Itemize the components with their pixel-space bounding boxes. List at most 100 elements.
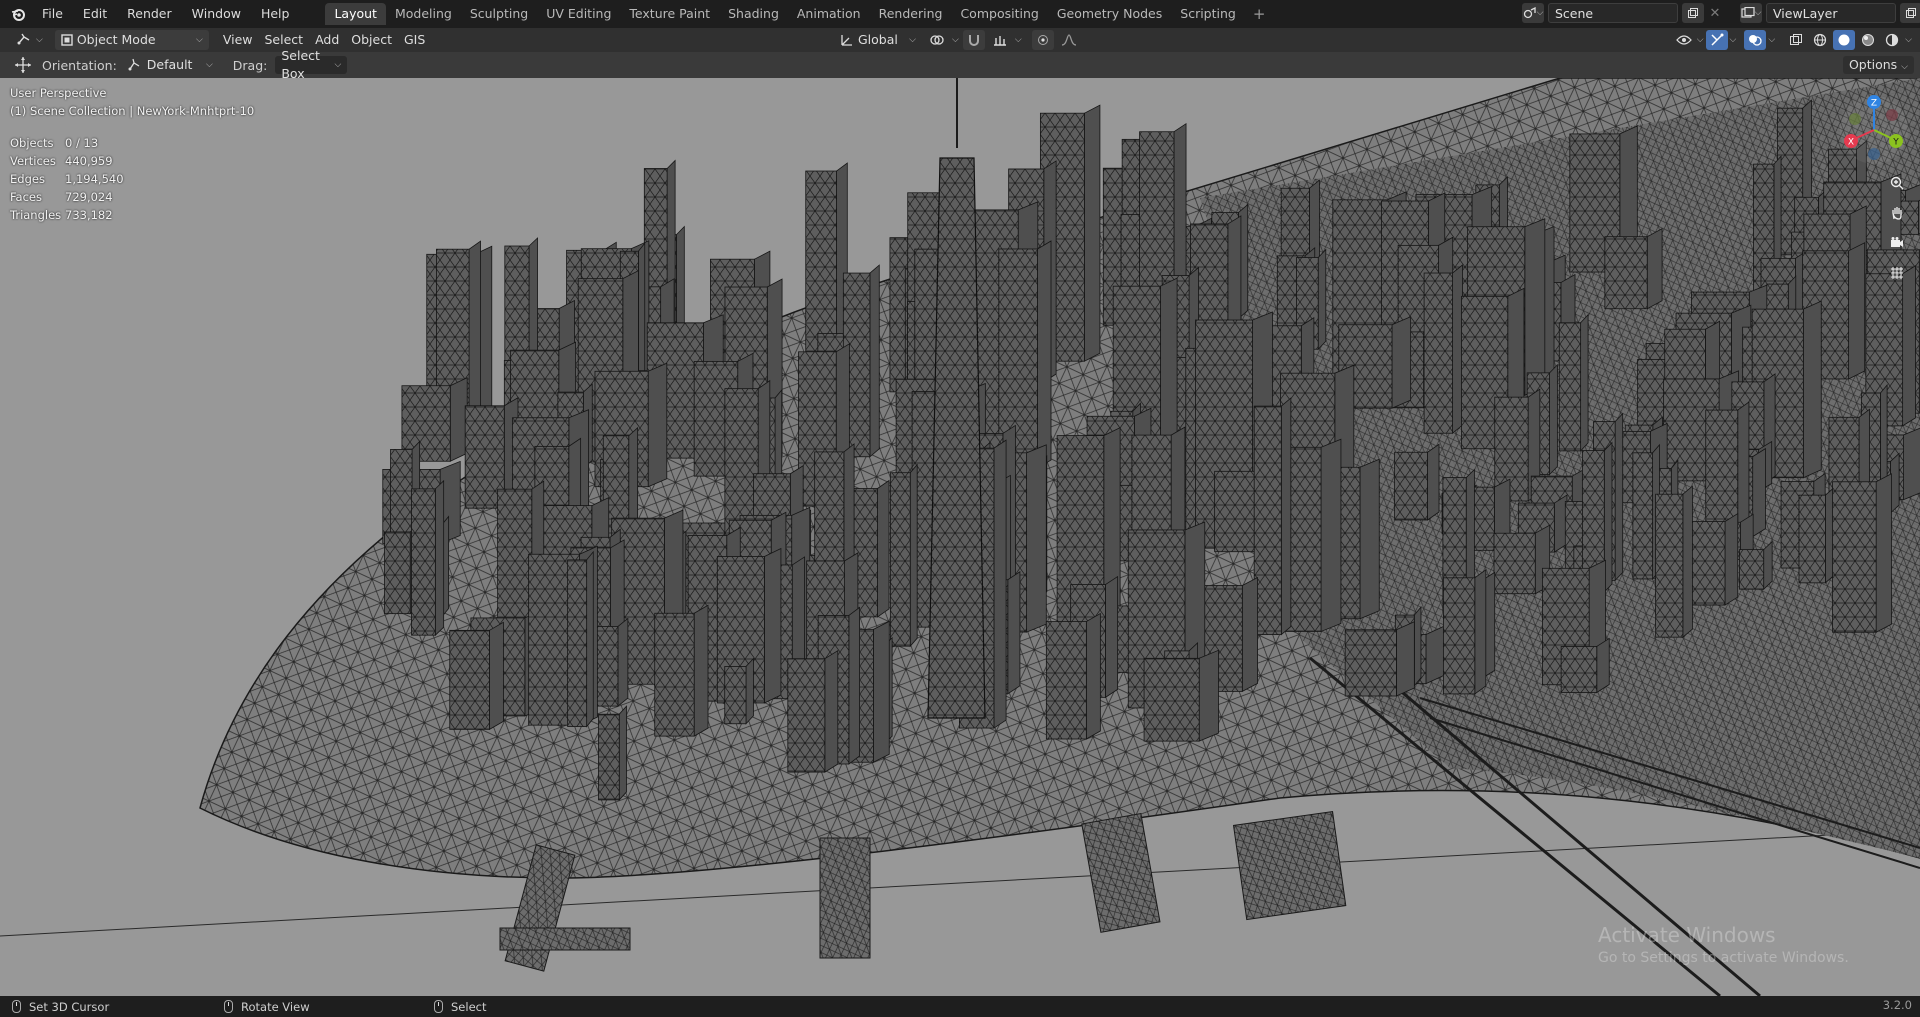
editor-type-selector[interactable]: ⌵ [10,30,49,50]
menu-file[interactable]: File [32,0,73,28]
scene-name-field[interactable]: Scene [1548,3,1678,23]
blender-version: 3.2.0 [1882,998,1912,1012]
building-side [1026,444,1047,633]
building-side [824,649,839,773]
transform-orientation-label: Global [858,32,898,47]
view-layer-name-field[interactable]: ViewLayer [1766,3,1896,23]
pivot-point-icon[interactable] [926,30,948,50]
wireframe-shading-icon[interactable] [1809,30,1831,50]
stat-edges: Edges 1,194,540 [10,170,124,188]
falloff-curve-icon[interactable] [1058,30,1080,50]
building-side [1037,240,1052,469]
3d-viewport[interactable]: User Perspective (1) Scene Collection | … [0,78,1920,996]
new-view-layer-icon[interactable] [1900,3,1920,23]
building-side [489,621,504,731]
scene-selector-group: ⌵ Scene ✕ ⌵ ViewLayer ✕ [1522,3,1920,23]
show-overlays-icon[interactable] [1744,30,1767,50]
building-face [1739,549,1765,590]
building-side [1902,265,1916,427]
header-menu-view[interactable]: View [217,30,259,50]
menu-edit[interactable]: Edit [73,0,117,28]
menu-help[interactable]: Help [251,0,300,28]
solid-shading-icon[interactable] [1833,30,1856,50]
delete-scene-icon[interactable]: ✕ [1708,6,1722,21]
shading-chevron-icon: ⌵ [1905,35,1912,45]
building-side [764,547,782,704]
building-face [1798,494,1826,584]
windows-activation-subtext: Go to Settings to activate Windows. [1598,950,1849,966]
building-face [1632,452,1653,580]
building-side [468,240,481,418]
header-menu-object[interactable]: Object [345,30,398,50]
building-side [693,604,709,737]
menu-render[interactable]: Render [117,0,182,28]
building-side [1875,473,1892,633]
snap-chevron-icon[interactable]: ⌵ [1015,35,1022,45]
tab-texture-paint[interactable]: Texture Paint [620,3,719,25]
building-face [384,531,411,615]
building-side [1317,248,1327,351]
pan-hand-icon[interactable] [1886,202,1908,224]
middle-mouse-icon [224,1000,233,1013]
stat-value: 729,024 [65,190,113,204]
view-layer-browse-icon[interactable]: ⌵ [1740,3,1762,23]
building-face [889,472,911,647]
building-side [1007,571,1021,695]
show-gizmo-icon[interactable] [1705,30,1728,50]
status-set-cursor: Set 3D Cursor [12,998,109,1015]
building-face [1442,577,1476,695]
tab-layout[interactable]: Layout [325,3,386,25]
left-mouse-icon [12,1000,21,1013]
building-side [1474,569,1487,695]
building-side [1614,412,1624,582]
building-side [1396,621,1415,697]
tab-scripting[interactable]: Scripting [1171,3,1245,25]
add-workspace-button[interactable]: + [1245,5,1274,23]
tab-uv-editing[interactable]: UV Editing [537,3,620,25]
snap-toggle-icon[interactable] [962,30,985,50]
snap-target-icon[interactable] [989,30,1011,50]
material-preview-icon[interactable] [1857,30,1879,50]
perspective-toggle-icon[interactable] [1886,262,1908,284]
gizmo-neg-z-icon[interactable] [1868,148,1880,160]
building-side [1903,427,1920,501]
stat-label: Edges [10,172,45,186]
blender-logo-icon[interactable] [4,0,32,28]
tab-modeling[interactable]: Modeling [386,3,461,25]
transform-tool-icon[interactable] [12,55,34,75]
tab-animation[interactable]: Animation [788,3,870,25]
menu-window[interactable]: Window [182,0,251,28]
header-menu-gis[interactable]: GIS [398,30,431,50]
gizmo-neg-y-icon[interactable] [1849,113,1861,125]
building-face [1423,272,1453,434]
tab-shading[interactable]: Shading [719,3,788,25]
stat-objects: Objects 0 / 13 [10,134,124,152]
options-dropdown[interactable]: Options ⌵ [1842,56,1914,74]
gizmo-neg-x-icon[interactable] [1886,109,1898,121]
rendered-shading-icon[interactable] [1881,30,1903,50]
new-scene-icon[interactable] [1682,3,1704,23]
proportional-editing-icon[interactable] [1031,30,1054,50]
status-bar: Set 3D Cursor Rotate View Select 3.2.0 [0,996,1920,1017]
scene-browse-icon[interactable]: ⌵ [1522,3,1544,23]
building-side [1848,242,1866,380]
building-side [647,362,668,488]
xray-toggle-icon[interactable] [1785,30,1807,50]
tab-sculpting[interactable]: Sculpting [461,3,537,25]
orientation-dropdown[interactable]: Default ⌵ [121,56,219,74]
status-select: Select [434,998,486,1015]
zoom-icon[interactable] [1886,172,1908,194]
tab-compositing[interactable]: Compositing [951,3,1047,25]
workspace-tabs: Layout Modeling Sculpting UV Editing Tex… [325,0,1273,28]
visibility-selectability-icon[interactable] [1673,30,1695,50]
building-side [1724,512,1739,606]
transform-orientation-selector[interactable]: Global ⌵ [834,30,922,50]
building-side [1452,264,1463,435]
tab-rendering[interactable]: Rendering [870,3,952,25]
navigation-gizmo[interactable]: Z Y X [1834,90,1914,170]
pivot-chevron-icon[interactable]: ⌵ [952,35,959,45]
camera-view-icon[interactable] [1886,232,1908,254]
tab-geometry-nodes[interactable]: Geometry Nodes [1048,3,1171,25]
drag-dropdown[interactable]: Select Box ⌵ [275,48,348,81]
mode-selector[interactable]: Object Mode ⌵ [54,30,209,50]
